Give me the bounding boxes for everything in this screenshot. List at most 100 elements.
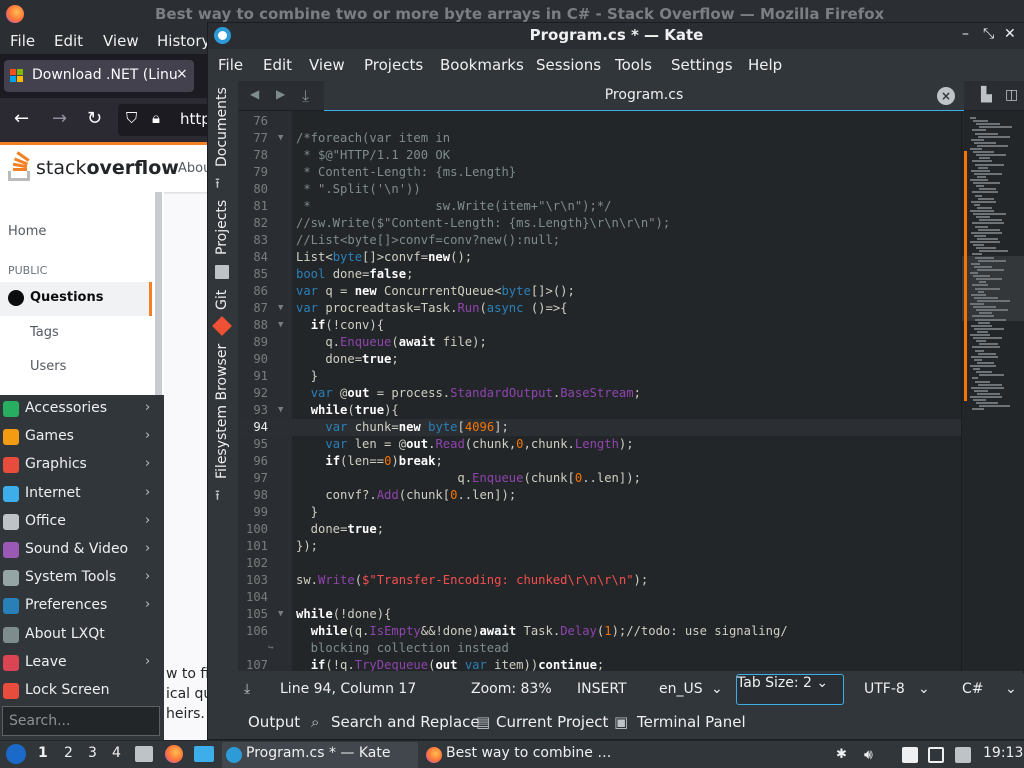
tab-close-icon[interactable]: × <box>176 66 188 82</box>
menu-projects[interactable]: Projects <box>364 56 423 74</box>
lxqt-menu-icon[interactable] <box>6 744 26 764</box>
code-line[interactable]: 79 * Content-Length: {ms.Length} <box>238 164 961 181</box>
code-line[interactable]: 98 convf?.Add(chunk[0..len]); <box>238 487 961 504</box>
side-tab-git[interactable]: Git <box>210 285 234 315</box>
dictionary-language[interactable]: en_US <box>659 681 703 697</box>
download-icon[interactable]: ⤓ <box>302 86 309 106</box>
code-line[interactable]: 102 <box>238 555 961 572</box>
so-brand[interactable]: stackoverflow <box>36 157 179 179</box>
ff-menu-edit[interactable]: Edit <box>54 32 83 50</box>
code-line[interactable]: 96 if(len==0)break; <box>238 453 961 470</box>
code-line[interactable]: 76 <box>238 113 961 130</box>
start-menu-item[interactable]: Games › <box>0 423 164 451</box>
close-icon[interactable]: ✕ <box>1004 26 1016 42</box>
code-line[interactable]: 97 q.Enqueue(chunk[0..len]); <box>238 470 961 487</box>
firefox-tab[interactable]: Download .NET (Linu × <box>4 60 194 92</box>
file-manager-icon[interactable] <box>135 746 153 762</box>
syntax-mode[interactable]: C# <box>962 681 984 697</box>
code-line[interactable]: 82 //sw.Write($"Content-Length: {ms.Lengt… <box>238 215 961 232</box>
code-line[interactable]: 85 bool done=false; <box>238 266 961 283</box>
chevron-down-icon[interactable]: ⌄ <box>918 681 930 697</box>
side-tab-projects[interactable]: Projects <box>210 195 234 259</box>
start-menu-item[interactable]: Lock Screen <box>0 677 164 705</box>
code-line[interactable]: 90 done=true; <box>238 351 961 368</box>
tab-close-icon[interactable]: × <box>937 87 955 105</box>
code-line[interactable]: 91 } <box>238 368 961 385</box>
so-nav-tags[interactable]: Tags <box>30 325 59 340</box>
fold-marker-icon[interactable]: ▼ <box>278 130 283 147</box>
download-icon[interactable]: ⤓ <box>244 681 250 697</box>
code-line[interactable]: 99 } <box>238 504 961 521</box>
workspace-1[interactable]: 1 <box>38 745 48 761</box>
menu-file[interactable]: File <box>218 56 243 74</box>
workspace-4[interactable]: 4 <box>112 745 121 761</box>
task-firefox[interactable]: Best way to combine … <box>422 742 618 768</box>
ff-menu-view[interactable]: View <box>103 32 139 50</box>
tab-program-cs[interactable]: Program.cs × <box>324 81 964 111</box>
volume-icon[interactable]: 🔊︎ <box>864 747 880 763</box>
code-line[interactable]: 94 var chunk=new byte[4096]; <box>238 419 961 436</box>
code-line[interactable]: 95 var len = @out.Read(chunk,0,chunk.Len… <box>238 436 961 453</box>
tab-next-icon[interactable]: ▶ <box>276 87 285 101</box>
code-line[interactable]: 93 ▼ while(true){ <box>238 402 961 419</box>
tool-search-replace[interactable]: Search and Replace <box>331 713 480 731</box>
code-line[interactable]: 104 <box>238 589 961 606</box>
menu-edit[interactable]: Edit <box>263 56 292 74</box>
forward-icon[interactable]: → <box>52 108 67 129</box>
fold-marker-icon[interactable]: ▼ <box>278 606 283 623</box>
code-line[interactable]: 84 List<byte[]>convf=new(); <box>238 249 961 266</box>
encoding[interactable]: UTF-8 <box>864 681 905 697</box>
menu-view[interactable]: View <box>309 56 345 74</box>
clock[interactable]: 19:13 <box>983 745 1023 761</box>
show-desktop-icon[interactable] <box>194 746 214 762</box>
clipboard-icon[interactable] <box>902 747 918 763</box>
so-nav-home[interactable]: Home <box>8 224 46 239</box>
ff-menu-file[interactable]: File <box>10 32 35 50</box>
firefox-launcher-icon[interactable] <box>165 745 183 763</box>
so-scrollbar[interactable] <box>155 192 162 402</box>
code-line[interactable]: 106 while(q.IsEmpty&&!done)await Task.De… <box>238 623 961 640</box>
start-menu-item[interactable]: Leave › <box>0 649 164 677</box>
code-line[interactable]: 77 ▼ /*foreach(var item in <box>238 130 961 147</box>
start-menu-item[interactable]: Internet › <box>0 480 164 508</box>
start-menu-item[interactable]: Accessories › <box>0 395 164 423</box>
tab-prev-icon[interactable]: ◀ <box>250 87 259 101</box>
start-menu-item[interactable]: Office › <box>0 508 164 536</box>
menu-bookmarks[interactable]: Bookmarks <box>440 56 524 74</box>
menu-search[interactable] <box>2 706 160 736</box>
code-line[interactable]: 80 * ".Split('\n')) <box>238 181 961 198</box>
start-menu-item[interactable]: Graphics › <box>0 451 164 479</box>
side-tab-documents[interactable]: Documents <box>210 85 234 169</box>
ff-menu-history[interactable]: History <box>157 32 210 50</box>
fold-marker-icon[interactable]: ▼ <box>278 402 283 419</box>
code-line[interactable]: 103 sw.Write($"Transfer-Encoding: chunked… <box>238 572 961 589</box>
code-line[interactable]: 88 ▼ if(!conv){ <box>238 317 961 334</box>
code-line[interactable]: 105 ▼ while(!done){ <box>238 606 961 623</box>
tab-size-selector[interactable]: Tab Size: 2 ⌄ <box>736 674 844 705</box>
menu-tools[interactable]: Tools <box>615 56 652 74</box>
upload-icon[interactable]: ⭱ <box>215 485 229 504</box>
network-icon[interactable] <box>928 747 944 763</box>
code-line[interactable]: 81 * sw.Write(item+"\r\n");*/ <box>238 198 961 215</box>
code-line[interactable]: 78 * $@"HTTP/1.1 200 OK <box>238 147 961 164</box>
minimap[interactable] <box>961 111 1024 671</box>
tool-terminal-panel[interactable]: Terminal Panel <box>637 713 746 731</box>
workspace-2[interactable]: 2 <box>64 745 73 761</box>
menu-sessions[interactable]: Sessions <box>536 56 601 74</box>
so-nav-users[interactable]: Users <box>30 359 66 374</box>
zoom-level[interactable]: Zoom: 83% <box>471 681 552 697</box>
split-view-icon[interactable]: ◫ <box>1005 87 1018 103</box>
menu-help[interactable]: Help <box>748 56 782 74</box>
cursor-position[interactable]: Line 94, Column 17 <box>280 681 416 697</box>
code-editor[interactable]: 76 77 ▼ /*foreach(var item in 78 * $@"HTTP/1… <box>238 111 961 671</box>
code-line[interactable]: 83 //List<byte[]>convf=conv?new():null; <box>238 232 961 249</box>
kate-titlebar[interactable]: Program.cs * — Kate – ⤡ ✕ <box>208 23 1024 49</box>
chevron-down-icon[interactable]: ⌄ <box>711 681 723 697</box>
chevron-down-icon[interactable]: ⌄ <box>1005 681 1017 697</box>
code-line[interactable]: 107 if(!q.TryDequeue(out var item))conti… <box>238 657 961 671</box>
pin-icon[interactable]: ▙ <box>981 87 992 103</box>
code-line[interactable]: 87 ▼ var procreadtask=Task.Run(async ()=>{ <box>238 300 961 317</box>
code-line[interactable]: 101}); <box>238 538 961 555</box>
tool-output[interactable]: Output <box>248 713 300 731</box>
minimize-icon[interactable]: – <box>962 26 969 42</box>
